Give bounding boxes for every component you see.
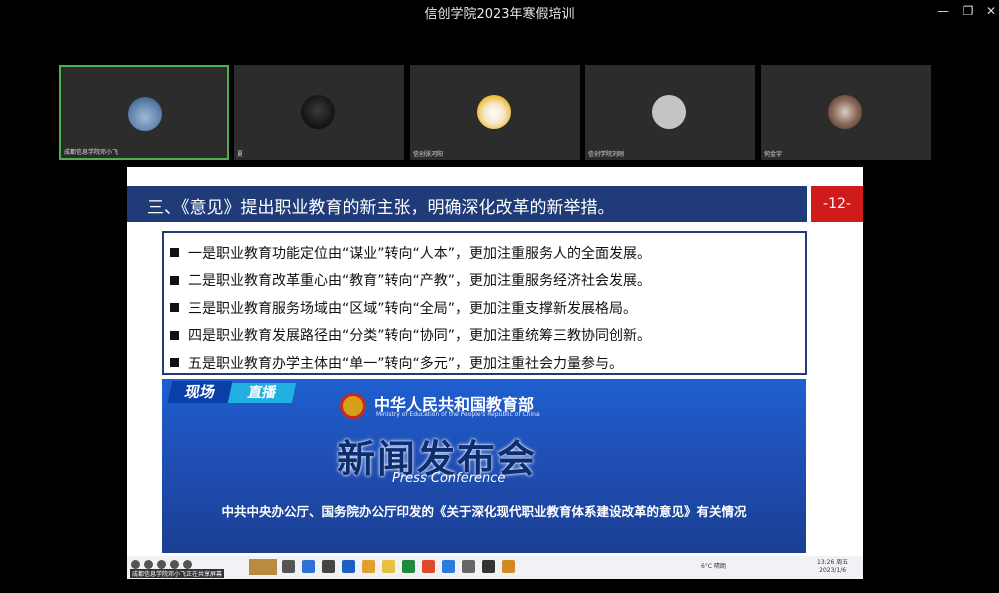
chrome-icon[interactable]	[362, 560, 375, 573]
participant-avatar	[477, 95, 511, 129]
app-icon[interactable]	[482, 560, 495, 573]
live-tag: 现场	[167, 381, 233, 403]
point-text: 一是职业教育功能定位由“谋业”转向“人本”，更加注重服务人的全面发展。	[188, 245, 652, 262]
ministry-name-en: Ministry of Education of the People's Re…	[376, 411, 540, 418]
participant-avatar	[128, 97, 162, 131]
participant-name: 信创张河阳	[413, 151, 444, 158]
pen-icon[interactable]	[157, 560, 166, 569]
point-item: 二是职业教育改革重心由“教育”转向“产教”，更加注重服务经济社会发展。	[170, 267, 805, 295]
window-thumbnail[interactable]	[249, 559, 277, 575]
minimize-icon[interactable]: —	[934, 3, 952, 19]
restore-icon[interactable]: ❐	[959, 3, 977, 19]
participant-avatar	[301, 95, 335, 129]
participant-tile[interactable]: 成都信息学院邓小飞	[59, 65, 229, 160]
camera-icon[interactable]	[144, 560, 153, 569]
mic-icon[interactable]	[131, 560, 140, 569]
shared-screen: 三、《意见》提出职业教育的新主张，明确深化改革的新举措。 -12- 一是职业教育…	[127, 167, 863, 579]
slide-heading: 三、《意见》提出职业教育的新主张，明确深化改革的新举措。	[147, 198, 615, 218]
slide-heading-bar: 三、《意见》提出职业教育的新主张，明确深化改革的新举措。	[127, 186, 807, 222]
sharer-label: 成都信息学院邓小飞正在共享屏幕	[130, 569, 225, 578]
close-icon[interactable]: ✕	[982, 3, 999, 19]
clock-time: 13:26 周五	[817, 559, 849, 566]
point-text: 三是职业教育服务场域由“区域”转向“全局”，更加注重支撑新发展格局。	[188, 300, 638, 317]
terminal-icon[interactable]	[322, 560, 335, 573]
participant-avatar	[652, 95, 686, 129]
title-bar: 信创学院2023年寒假培训 — ❐ ✕	[0, 0, 999, 24]
record-icon[interactable]	[183, 560, 192, 569]
clock-date: 2023/1/6	[819, 567, 847, 574]
bullet-icon	[170, 358, 179, 368]
page-number-badge: -12-	[811, 186, 863, 222]
broadcast-tag: 直播	[227, 383, 297, 403]
point-item: 三是职业教育服务场域由“区域”转向“全局”，更加注重支撑新发展格局。	[170, 294, 805, 322]
chat-icon[interactable]	[170, 560, 179, 569]
participant-name: 成都信息学院邓小飞	[64, 149, 119, 156]
point-text: 二是职业教育改革重心由“教育”转向“产教”，更加注重服务经济社会发展。	[188, 273, 652, 290]
shared-taskbar: 成都信息学院邓小飞正在共享屏幕 6°C 晴朗 13:26 周五 2023/1/6	[127, 556, 863, 579]
app-icon[interactable]	[502, 560, 515, 573]
press-conference-photo: 现场 直播 中华人民共和国教育部 Ministry of Education o…	[162, 379, 806, 553]
point-item: 四是职业教育发展路径由“分类”转向“协同”，更加注重统筹三教协同创新。	[170, 322, 805, 350]
participant-tile[interactable]: 信创学院刘刚	[585, 65, 755, 160]
bullet-icon	[170, 303, 179, 313]
powerpoint-icon[interactable]	[422, 560, 435, 573]
word-icon[interactable]	[342, 560, 355, 573]
window-title: 信创学院2023年寒假培训	[424, 7, 575, 22]
bullet-icon	[170, 330, 179, 340]
weather-status: 6°C 晴朗	[701, 563, 726, 570]
participant-name: 信创学院刘刚	[588, 151, 625, 158]
taskbar-apps	[282, 560, 515, 573]
excel-icon[interactable]	[402, 560, 415, 573]
national-emblem-icon	[340, 393, 366, 419]
system-clock[interactable]: 13:26 周五 2023/1/6	[817, 559, 848, 575]
app-icon[interactable]	[462, 560, 475, 573]
participant-name: 何金宇	[764, 151, 783, 158]
point-text: 四是职业教育发展路径由“分类”转向“协同”，更加注重统筹三教协同创新。	[188, 328, 652, 345]
participant-tile[interactable]: 信创张河阳	[410, 65, 580, 160]
point-text: 五是职业教育办学主体由“单一”转向“多元”，更加注重社会力量参与。	[188, 355, 624, 372]
participant-avatar	[828, 95, 862, 129]
participant-tile[interactable]: 何金宇	[761, 65, 931, 160]
meeting-app-icon[interactable]	[442, 560, 455, 573]
task-view-icon[interactable]	[282, 560, 295, 573]
bullet-icon	[170, 248, 179, 258]
photo-caption: 中共中央办公厅、国务院办公厅印发的《关于深化现代职业教育体系建设改革的意见》有关…	[221, 504, 747, 519]
folder-icon[interactable]	[382, 560, 395, 573]
participant-name: 夏	[237, 151, 244, 158]
conference-title-en: Press Conference	[392, 471, 506, 486]
points-box: 一是职业教育功能定位由“谋业”转向“人本”，更加注重服务人的全面发展。 二是职业…	[162, 231, 807, 375]
bullet-icon	[170, 275, 179, 285]
vscode-icon[interactable]	[302, 560, 315, 573]
meeting-controls	[131, 558, 192, 569]
participant-tile[interactable]: 夏	[234, 65, 404, 160]
point-item: 五是职业教育办学主体由“单一”转向“多元”，更加注重社会力量参与。	[170, 349, 805, 377]
point-item: 一是职业教育功能定位由“谋业”转向“人本”，更加注重服务人的全面发展。	[170, 239, 805, 267]
